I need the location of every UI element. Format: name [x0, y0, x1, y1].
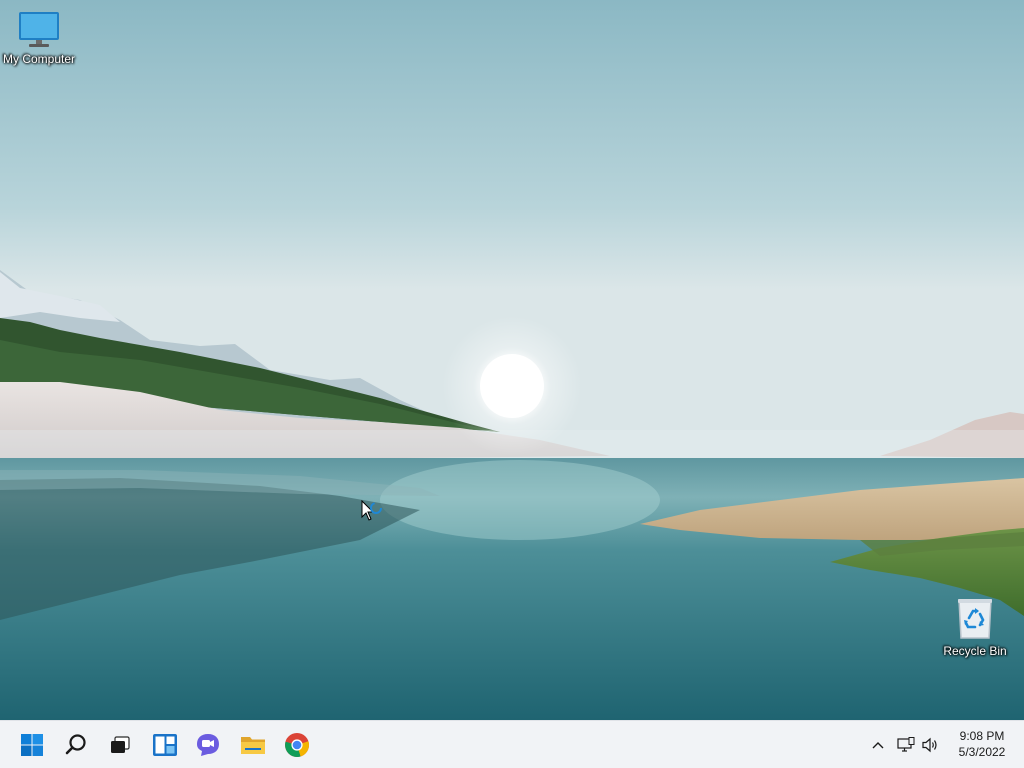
volume-button[interactable]: [920, 733, 942, 757]
recycle-bin-label: Recycle Bin: [943, 644, 1007, 658]
volume-icon: [922, 737, 937, 753]
folder-icon: [241, 737, 265, 754]
widgets-icon: [153, 734, 177, 756]
busy-cursor-icon: [361, 500, 382, 521]
network-icon: [897, 737, 915, 752]
file-explorer-button[interactable]: [237, 729, 269, 761]
chat-icon: [197, 734, 219, 756]
search-button[interactable]: [60, 729, 92, 761]
wallpaper: [0, 0, 1024, 720]
start-button[interactable]: [16, 729, 48, 761]
chrome-icon: [285, 733, 310, 757]
widgets-button[interactable]: [149, 729, 181, 761]
monitor-icon: [19, 12, 59, 47]
recycle-bin-desktop-icon[interactable]: Recycle Bin: [935, 596, 1015, 658]
chat-button[interactable]: [192, 729, 224, 761]
show-hidden-icons-button[interactable]: [867, 733, 889, 757]
my-computer-desktop-icon[interactable]: My Computer: [0, 10, 79, 66]
my-computer-label: My Computer: [2, 52, 76, 66]
taskbar-clock[interactable]: 9:08 PM 5/3/2022: [944, 728, 1020, 760]
chevron-up-icon: [872, 742, 884, 749]
clock-date: 5/3/2022: [958, 745, 1006, 759]
network-button[interactable]: [895, 733, 917, 757]
taskbar: 9:08 PM 5/3/2022: [0, 720, 1024, 768]
task-view-button[interactable]: [104, 729, 136, 761]
clock-time: 9:08 PM: [959, 729, 1005, 743]
chrome-button[interactable]: [281, 729, 313, 761]
desktop[interactable]: My Computer Recycle Bin: [0, 0, 1024, 720]
windows-start-icon: [21, 734, 43, 756]
task-view-icon: [111, 736, 130, 753]
recycle-bin-icon: [958, 599, 992, 639]
search-icon: [65, 734, 86, 755]
